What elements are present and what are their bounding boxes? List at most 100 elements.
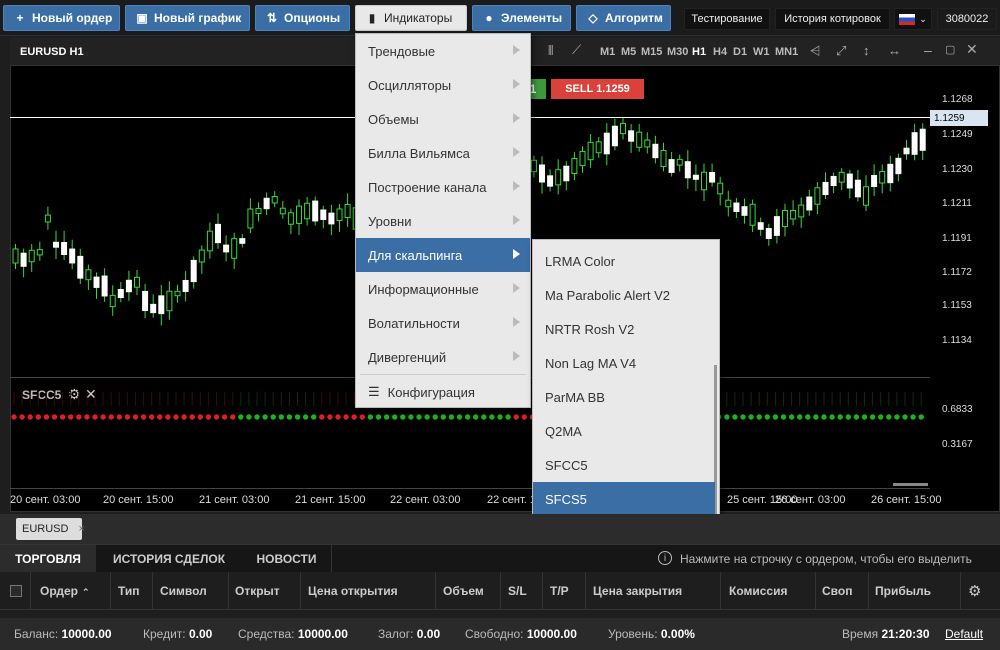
new-order-button[interactable]: + Новый ордер [3, 5, 120, 31]
candle [611, 125, 618, 147]
scalping-indicator-item[interactable]: SFCS5 [533, 482, 715, 516]
candle [563, 165, 570, 182]
column-header[interactable]: Цена закрытия [593, 584, 682, 598]
column-header[interactable]: Прибыль [875, 584, 931, 598]
testing-button[interactable]: Тестирование [684, 8, 770, 30]
candle [150, 303, 157, 314]
timeframe-mn1[interactable]: MN1 [775, 46, 798, 58]
column-separator [228, 572, 229, 610]
horizontal-line-icon[interactable]: ↔ [888, 43, 901, 58]
chevron-down-icon: ⌄ [919, 13, 927, 24]
line-chart-icon[interactable]: ⟋ [572, 42, 581, 58]
minimize-icon[interactable]: – [924, 42, 932, 58]
candle [571, 158, 578, 174]
indicator-category[interactable]: Построение канала [356, 170, 530, 204]
indicator-dot [270, 414, 276, 420]
price-tick: 1.1249 [942, 129, 973, 140]
indicator-dot [181, 414, 187, 420]
bar-tool-icon[interactable]: ⩤ [810, 43, 820, 59]
indicator-category[interactable]: Дивергенций [356, 340, 530, 374]
indicator-category[interactable]: Уровни [356, 204, 530, 238]
timeframe-h1[interactable]: H1 [692, 46, 706, 58]
scalping-indicator-item[interactable]: SFCC5 [533, 448, 715, 482]
price-tick: 1.1153 [942, 300, 972, 311]
account-number[interactable]: 3080022 [937, 8, 997, 30]
time-axis-line [10, 488, 930, 489]
algorithm-button[interactable]: ◇ Алгоритм [576, 5, 671, 31]
indicator-dot [853, 414, 860, 420]
indicator-category[interactable]: Осцилляторы [356, 68, 530, 102]
candle [287, 212, 294, 225]
candle [223, 244, 230, 253]
timeframe-h4[interactable]: H4 [713, 46, 727, 58]
column-header[interactable]: Ордер ⌃ [40, 584, 90, 598]
candle [125, 279, 132, 293]
margin-item: Залог: 0.00 [378, 627, 441, 641]
indicator-category[interactable]: Билла Вильямса [356, 136, 530, 170]
vertical-line-icon[interactable]: ↕ [863, 43, 870, 58]
timeframe-d1[interactable]: D1 [733, 46, 747, 58]
candle [69, 248, 76, 264]
scalping-indicator-item[interactable]: ParMA BB [533, 380, 715, 414]
new-chart-button[interactable]: ▣ Новый график [125, 5, 250, 31]
profile-link[interactable]: Default [945, 627, 983, 641]
column-header[interactable]: Символ [160, 584, 207, 598]
chart-scrollbar[interactable] [893, 483, 928, 486]
tab-history[interactable]: ИСТОРИЯ СДЕЛОК [96, 545, 242, 573]
symbol-tab[interactable]: EURUSD × [16, 518, 85, 540]
chevron-right-icon [513, 215, 520, 225]
close-icon[interactable]: ✕ [966, 41, 978, 58]
indicator-category[interactable]: Информационные [356, 272, 530, 306]
chevron-right-icon [513, 79, 520, 89]
column-header[interactable]: Комиссия [729, 584, 787, 598]
tab-trading[interactable]: ТОРГОВЛЯ [0, 545, 96, 573]
column-header[interactable]: S/L [508, 584, 527, 598]
chevron-right-icon [513, 147, 520, 157]
timeframe-m15[interactable]: M15 [641, 46, 662, 58]
candles-icon[interactable]: ⫴ [548, 43, 553, 59]
indicators-button[interactable]: ▮ Индикаторы [355, 5, 467, 31]
indicator-category[interactable]: Для скальпинга [356, 238, 530, 272]
select-all-checkbox[interactable] [10, 585, 22, 597]
column-header[interactable]: Тип [118, 584, 140, 598]
column-separator [30, 572, 31, 610]
indicator-category[interactable]: Волатильности [356, 306, 530, 340]
elements-button[interactable]: ● Элементы [472, 5, 571, 31]
quote-history-button[interactable]: История котировок [775, 8, 890, 30]
indicator-dot [238, 414, 244, 420]
scalping-indicator-item[interactable]: Non Lag MA V4 [533, 346, 715, 380]
table-settings-gear-icon[interactable]: ⚙ [968, 582, 981, 600]
indicator-category[interactable]: Объемы [356, 102, 530, 136]
timeframe-m5[interactable]: M5 [621, 46, 636, 58]
indicator-dot [68, 414, 74, 420]
symbol-tab-label: EURUSD [22, 523, 69, 535]
timeframe-m30[interactable]: M30 [667, 46, 688, 58]
timeframe-m1[interactable]: M1 [600, 46, 615, 58]
column-header[interactable]: Открыт [235, 584, 280, 598]
column-separator [542, 572, 543, 610]
sell-button[interactable]: SELL 1.1259 [551, 79, 644, 99]
scalping-indicator-item[interactable]: Ma Parabolic Alert V2 [533, 278, 715, 312]
indicator-dot [918, 414, 924, 420]
column-header[interactable]: Своп [822, 584, 852, 598]
scalping-indicator-item[interactable]: LRMA Color [533, 244, 715, 278]
candle [790, 209, 797, 220]
indicator-category[interactable]: Трендовые [356, 34, 530, 68]
scalping-indicator-item[interactable]: NRTR Rosh V2 [533, 312, 715, 346]
candle [539, 164, 545, 183]
configuration-item[interactable]: ☰ Конфигурация [356, 375, 530, 409]
scalping-indicator-item[interactable]: Q2MA [533, 414, 715, 448]
language-selector[interactable]: ⌄ [894, 8, 932, 30]
column-separator [300, 572, 301, 610]
column-header[interactable]: T/P [550, 584, 569, 598]
time-tick: 20 сент. 15:00 [103, 494, 174, 506]
column-header[interactable]: Цена открытия [308, 584, 398, 598]
close-tab-icon[interactable]: × [78, 523, 84, 535]
candle [239, 238, 246, 244]
options-button[interactable]: ⇅ Опционы [255, 5, 350, 31]
tab-news[interactable]: НОВОСТИ [242, 545, 332, 573]
column-header[interactable]: Объем [443, 584, 484, 598]
maximize-icon[interactable]: ▢ [945, 43, 955, 56]
expand-icon[interactable]: ⤢ [836, 43, 846, 59]
timeframe-w1[interactable]: W1 [753, 46, 770, 58]
